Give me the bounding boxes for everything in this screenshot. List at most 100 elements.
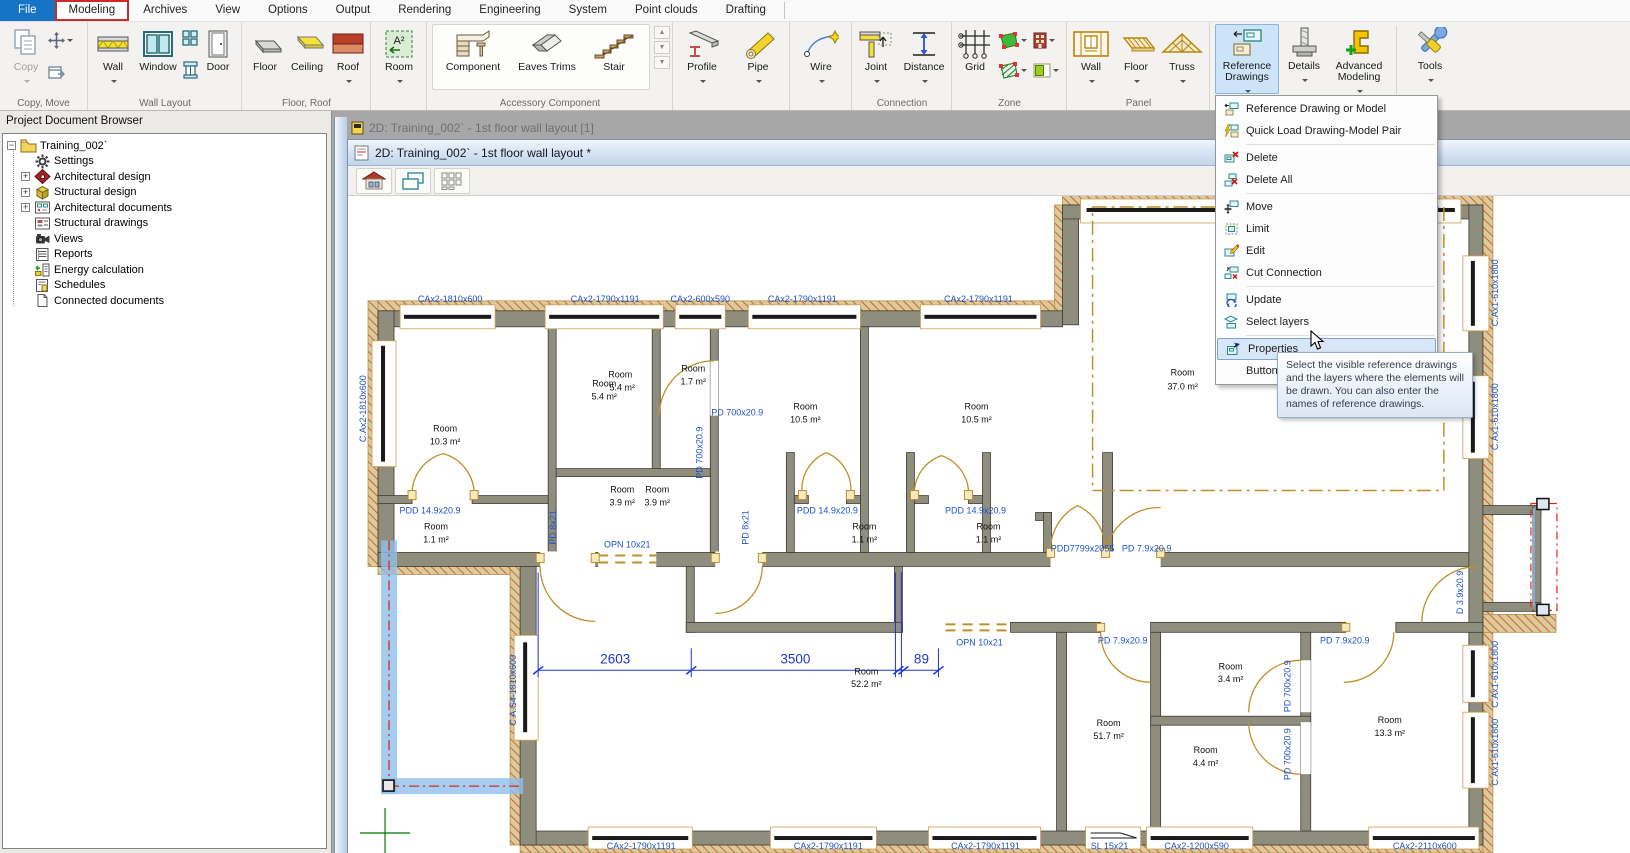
menu-item-cut-connection[interactable]: Cut Connection [1216, 262, 1437, 284]
zone-hatch-button[interactable] [999, 60, 1029, 80]
wire-button[interactable]: Wire [799, 26, 843, 91]
component-label: C.Ax1-610x1800 [1490, 719, 1500, 786]
zone-building-button[interactable] [1033, 30, 1063, 50]
window-button[interactable]: Window [135, 26, 181, 73]
menu-tab-point-clouds[interactable]: Point clouds [621, 0, 712, 21]
menu-item-select-layers[interactable]: Select layers [1216, 311, 1437, 333]
menu-item-delete[interactable]: Delete [1216, 147, 1437, 169]
ribbon-group-profile-pipe: Profile Pipe [674, 22, 790, 110]
ribbon-group-zone: Grid Zone [953, 22, 1067, 110]
joint-button[interactable]: Joint [855, 26, 897, 91]
door-button[interactable]: Door [199, 26, 237, 73]
wall-button[interactable]: Wall [93, 26, 133, 91]
limit-icon [1216, 222, 1246, 236]
tree-item-training-002[interactable]: −Training_002` [7, 138, 326, 154]
menu-tab-engineering[interactable]: Engineering [465, 0, 554, 21]
menu-bar: File Modeling Archives View Options Outp… [0, 0, 1630, 22]
room-label: Room [1171, 368, 1195, 378]
tree-item-structural-design[interactable]: +Structural design [7, 185, 326, 201]
floor-button[interactable]: Floor [245, 26, 285, 73]
grid-button[interactable]: Grid [955, 26, 995, 73]
reference-drawings-button[interactable]: Reference Drawings [1215, 25, 1279, 101]
menu-item-label: Delete All [1246, 174, 1292, 186]
tile-windows-button[interactable] [434, 168, 470, 194]
room-label: 1.1 m² [976, 534, 1001, 544]
component-button[interactable]: Component [440, 26, 506, 73]
tree-item-schedules[interactable]: Schedules [7, 278, 326, 294]
update-icon [1216, 293, 1246, 307]
menu-tab-archives[interactable]: Archives [129, 0, 201, 21]
menu-tab-system[interactable]: System [555, 0, 621, 21]
menu-tab-output[interactable]: Output [322, 0, 385, 21]
tree-item-connected-documents[interactable]: Connected documents [7, 293, 326, 309]
menu-item-label: Edit [1246, 245, 1265, 257]
cut-icon [1216, 266, 1246, 280]
component-label: CAx2-1790x1191 [944, 294, 1013, 304]
stair-button[interactable]: Stair [588, 26, 640, 73]
panel-wall-button[interactable]: Wall [1070, 26, 1112, 91]
panel-floor-button[interactable]: Floor [1114, 26, 1158, 91]
menu-item-edit[interactable]: Edit [1216, 240, 1437, 262]
menu-tab-rendering[interactable]: Rendering [384, 0, 465, 21]
details-button[interactable]: Details [1282, 25, 1326, 90]
menu-item-move[interactable]: Move [1216, 196, 1437, 218]
background-window-edge [334, 117, 347, 853]
menu-tab-drafting[interactable]: Drafting [712, 0, 780, 21]
scroll-up-button[interactable]: ▲ [654, 26, 670, 39]
menu-item-delete-all[interactable]: Delete All [1216, 169, 1437, 191]
menu-item-limit[interactable]: Limit [1216, 218, 1437, 240]
component-label: PD 700x20.9 [1283, 660, 1293, 712]
project-tree[interactable]: −Training_002`Settings+Architectural des… [2, 133, 327, 849]
menu-tab-view[interactable]: View [201, 0, 254, 21]
tree-expander[interactable]: − [7, 141, 16, 150]
cascade-windows-button[interactable] [395, 168, 431, 194]
tree-item-settings[interactable]: Settings [7, 154, 326, 170]
move-button[interactable] [48, 30, 78, 50]
tree-item-energy-calculation[interactable]: Energy calculation [7, 262, 326, 278]
eaves-trims-button[interactable]: Eaves Trims [514, 26, 580, 73]
room-label: Room [1097, 718, 1121, 728]
expand-gallery-button[interactable]: ▼ [654, 56, 670, 69]
room-label: 1.1 m² [423, 534, 448, 544]
layers-icon [1216, 315, 1246, 329]
room-button[interactable]: A² Room [378, 26, 420, 91]
tree-expander[interactable]: + [21, 172, 30, 181]
menu-tab-modeling[interactable]: Modeling [55, 0, 130, 21]
building-view-button[interactable] [356, 168, 392, 194]
profile-button[interactable]: Profile [678, 26, 726, 91]
window-export-button[interactable] [48, 62, 78, 82]
tree-item-architectural-design[interactable]: +Architectural design [7, 169, 326, 185]
tree-item-views[interactable]: Views [7, 231, 326, 247]
room-label: 1.7 m² [681, 377, 706, 387]
tools-button[interactable]: Tools [1406, 25, 1454, 90]
background-window-title: 2D: Training_002` - 1st floor wall layou… [369, 121, 594, 135]
advanced-modeling-icon [1326, 25, 1392, 61]
tree-expander[interactable]: + [21, 203, 30, 212]
selected-reference-drawing[interactable] [381, 540, 523, 794]
zone-color-button[interactable] [1033, 60, 1063, 80]
menu-item-reference-drawing-or-model[interactable]: Reference Drawing or Model [1216, 98, 1437, 120]
right-selection[interactable] [1531, 499, 1557, 616]
tree-item-architectural-documents[interactable]: + Architectural documents [7, 200, 326, 216]
zone-polygon-button[interactable] [999, 30, 1029, 50]
application-window: File Modeling Archives View Options Outp… [0, 0, 1630, 853]
truss-button[interactable]: Truss [1160, 26, 1204, 91]
menu-item-update[interactable]: Update [1216, 289, 1437, 311]
menu-tab-file[interactable]: File [0, 0, 55, 21]
distance-button[interactable]: Distance [899, 26, 949, 91]
menu-item-quick-load-drawing-model-pair[interactable]: Quick Load Drawing-Model Pair [1216, 120, 1437, 142]
roof-button[interactable]: Roof [329, 26, 367, 91]
advanced-modeling-button[interactable]: Advanced Modeling [1326, 25, 1392, 101]
scroll-down-button[interactable]: ▼ [654, 41, 670, 54]
tree-item-reports[interactable]: Reports [7, 247, 326, 263]
tree-item-structural-drawings[interactable]: Structural drawings [7, 216, 326, 232]
room-label: 3.9 m² [609, 498, 634, 508]
accessory-scroll-buttons[interactable]: ▲ ▼ ▼ [654, 26, 670, 71]
tree-item-label: Architectural documents [54, 202, 172, 214]
copy-button[interactable]: Copy [6, 26, 46, 91]
menu-tab-options[interactable]: Options [254, 0, 322, 21]
profile-icon [678, 26, 726, 62]
pipe-button[interactable]: Pipe [736, 26, 780, 91]
ceiling-button[interactable]: Ceiling [285, 26, 329, 73]
tree-expander[interactable]: + [21, 188, 30, 197]
